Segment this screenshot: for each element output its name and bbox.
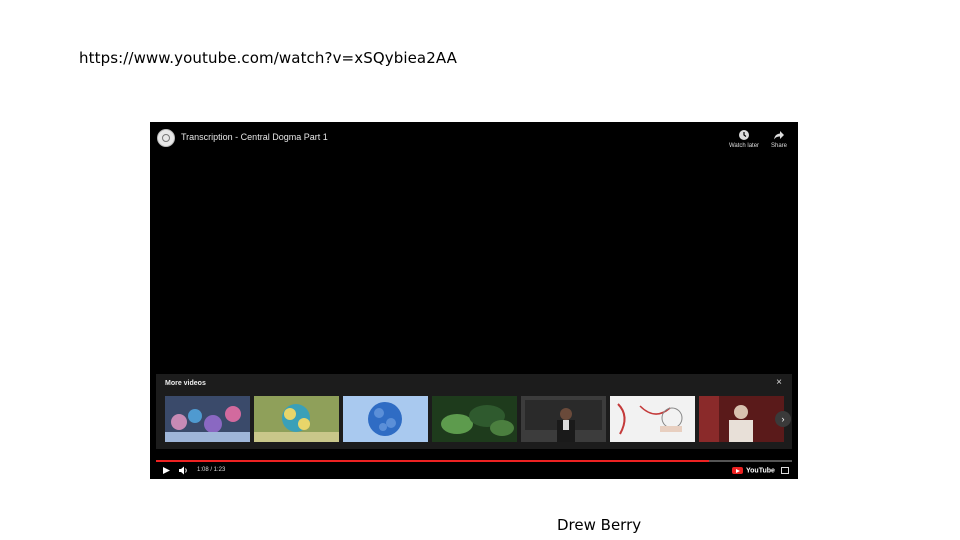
video-thumbnail-3[interactable] [343,396,428,442]
channel-logo-icon[interactable] [157,129,175,147]
youtube-logo[interactable]: YouTube [732,467,775,474]
fullscreen-icon[interactable] [781,467,789,474]
video-thumbnail-5[interactable] [521,396,606,442]
video-url[interactable]: https://www.youtube.com/watch?v=xSQybiea… [79,49,457,67]
thumbnail-image [610,396,695,442]
thumbnail-image [165,396,250,442]
watch-later-button[interactable]: Watch later [724,129,764,149]
more-videos-panel: More videos × › [156,374,792,449]
progress-bar[interactable] [156,460,792,462]
time-display: 1:08 / 1:23 [197,467,226,473]
clock-icon [739,130,749,140]
more-videos-label: More videos [165,380,206,387]
thumbnail-image [521,396,606,442]
youtube-logo-text: YouTube [746,467,775,475]
youtube-play-icon [732,467,743,474]
video-thumbnail-6[interactable] [610,396,695,442]
chevron-right-icon[interactable]: › [775,411,791,427]
video-thumbnail-7[interactable] [699,396,784,442]
thumbnail-image [432,396,517,442]
thumbnail-image [254,396,339,442]
video-thumbnail-4[interactable] [432,396,517,442]
progress-fill [156,460,710,462]
share-label: Share [770,143,787,149]
close-icon[interactable]: × [776,377,782,388]
youtube-player[interactable]: Transcription - Central Dogma Part 1 Wat… [150,122,798,479]
credit-text: Drew Berry [557,516,642,534]
video-title[interactable]: Transcription - Central Dogma Part 1 [181,132,328,142]
share-arrow-icon [774,131,784,140]
watch-later-label: Watch later [728,143,760,149]
thumbnail-image [699,396,784,442]
volume-icon[interactable] [178,466,189,475]
share-button[interactable]: Share [759,129,798,149]
video-thumbnail-1[interactable] [165,396,250,442]
thumbnail-image [343,396,428,442]
video-thumbnail-2[interactable] [254,396,339,442]
play-icon[interactable] [162,466,171,475]
